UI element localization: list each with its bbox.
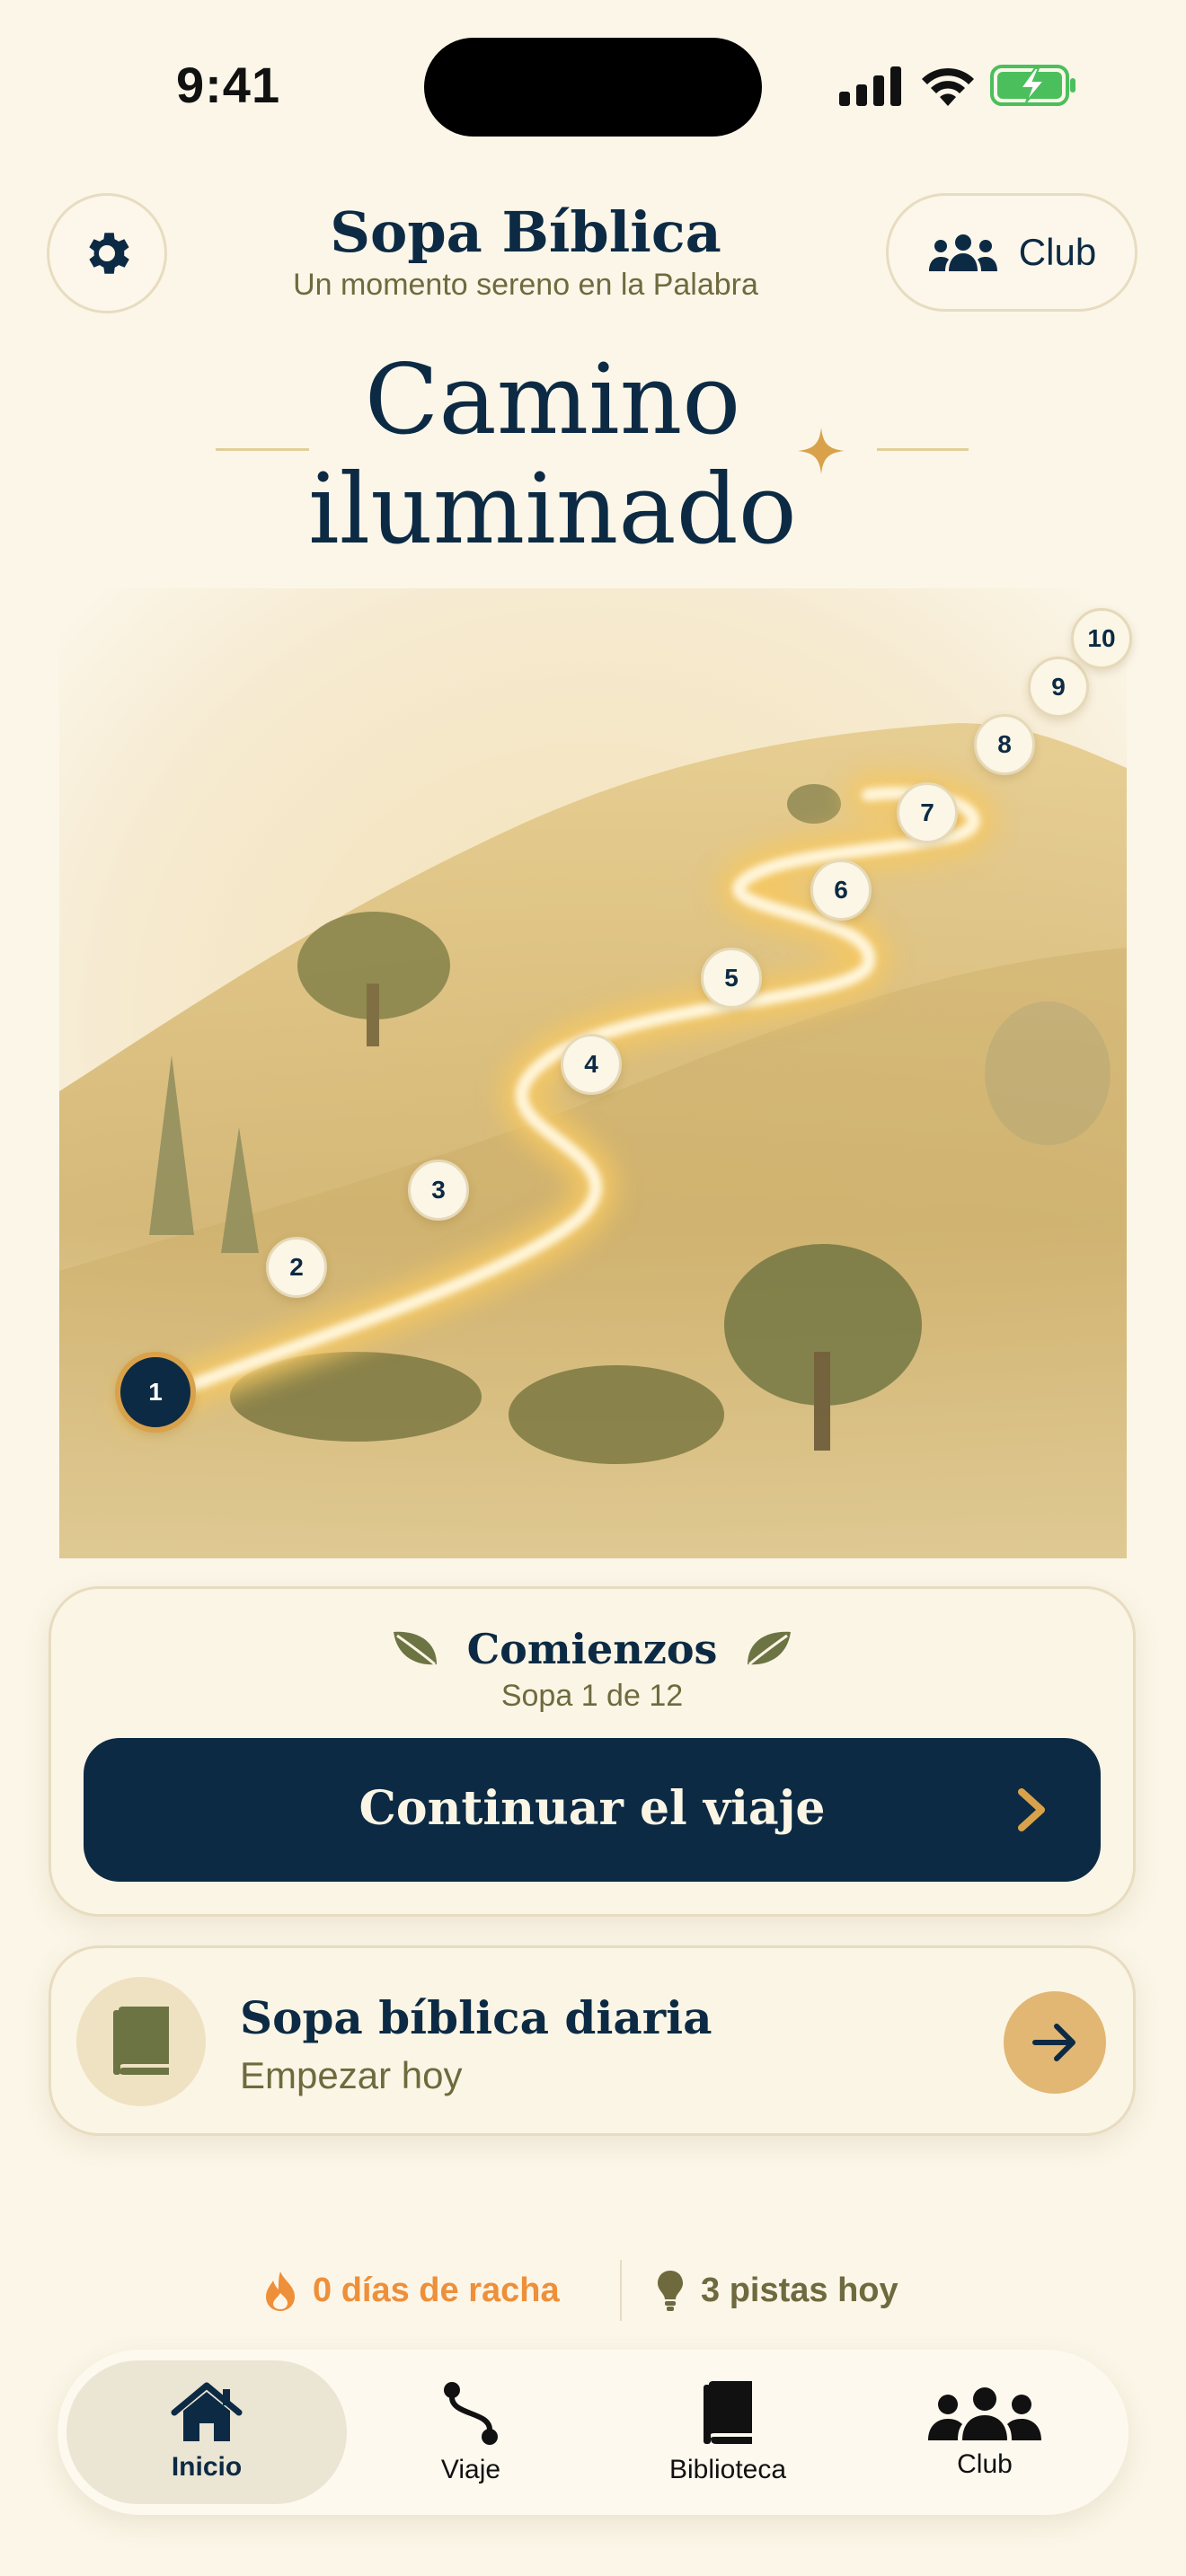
arrow-right-icon	[1032, 2024, 1075, 2061]
streak-divider	[620, 2260, 622, 2321]
continue-journey-label: Continuar el viaje	[358, 1781, 826, 1836]
streak-indicator: 0 días de racha	[264, 2263, 560, 2317]
tab-inicio-label: Inicio	[171, 2452, 243, 2482]
sparkle-icon	[798, 428, 845, 474]
chapter-progress: Sopa 1 de 12	[500, 1679, 684, 1713]
signal-icon	[839, 66, 901, 106]
flame-icon	[266, 2272, 295, 2311]
daily-soup-subtitle: Empezar hoy	[240, 2054, 463, 2096]
journey-stage-1[interactable]: 1	[115, 1352, 196, 1433]
continue-journey-button[interactable]: Continuar el viaje	[84, 1738, 1101, 1882]
journey-stage-4[interactable]: 4	[561, 1034, 622, 1095]
leaf-icon	[748, 1631, 792, 1666]
tab-inicio[interactable]: Inicio	[66, 2360, 347, 2504]
streak-days-label: 0 días de racha	[313, 2271, 560, 2309]
tab-biblioteca[interactable]: Biblioteca	[588, 2360, 868, 2504]
tab-club-label: Club	[957, 2449, 1013, 2479]
tab-viaje[interactable]: Viaje	[331, 2360, 611, 2504]
journey-stage-3[interactable]: 3	[408, 1160, 469, 1221]
dynamic-island	[424, 38, 762, 137]
daily-soup-card[interactable]: Sopa bíblica diaria Empezar hoy	[49, 1945, 1136, 2136]
journey-stage-8[interactable]: 8	[974, 714, 1035, 775]
journey-stage-7[interactable]: 7	[897, 782, 958, 843]
chapter-name: Comienzos	[466, 1625, 718, 1673]
journey-stage-5[interactable]: 5	[701, 948, 762, 1009]
group-icon	[928, 234, 997, 271]
tab-biblioteca-label: Biblioteca	[668, 2455, 787, 2484]
status-time: 9:41	[176, 57, 281, 113]
daily-soup-arrow-button[interactable]	[1004, 1991, 1106, 2094]
hints-indicator: 3 pistas hoy	[656, 2263, 898, 2317]
journey-stage-6[interactable]: 6	[810, 860, 872, 921]
journey-stage-10[interactable]: 10	[1071, 608, 1132, 669]
bottom-tab-bar: Inicio Viaje Biblioteca Club	[58, 2350, 1128, 2515]
route-icon	[444, 2382, 498, 2445]
tab-club[interactable]: Club	[845, 2360, 1125, 2504]
tab-viaje-label: Viaje	[440, 2455, 501, 2484]
book-icon	[704, 2381, 752, 2444]
page-title-line2: iluminado	[308, 454, 797, 566]
hints-label: 3 pistas hoy	[701, 2271, 898, 2309]
home-icon	[171, 2382, 243, 2441]
book-icon	[113, 2007, 169, 2075]
club-button[interactable]: Club	[886, 193, 1137, 312]
status-bar: 9:41	[0, 0, 1186, 180]
chapter-card: Comienzos Sopa 1 de 12 Continuar el viaj…	[49, 1586, 1136, 1917]
battery-charging-icon	[990, 65, 1075, 106]
leaf-icon	[393, 1631, 437, 1666]
page-title: Camino iluminado	[305, 346, 800, 565]
journey-stage-9[interactable]: 9	[1028, 657, 1089, 718]
wifi-icon	[922, 67, 974, 106]
group-icon	[928, 2387, 1041, 2440]
journey-stage-2[interactable]: 2	[266, 1237, 327, 1298]
page-title-line1: Camino	[364, 344, 741, 456]
lightbulb-icon	[658, 2271, 683, 2311]
title-divider-right	[877, 448, 969, 451]
chevron-right-icon	[1018, 1788, 1045, 1831]
club-button-label: Club	[1018, 231, 1097, 273]
title-divider-left	[216, 448, 309, 451]
daily-icon-badge	[76, 1977, 206, 2106]
daily-soup-title: Sopa bíblica diaria	[240, 1991, 712, 2044]
journey-map: 1 2 3 4 5 6 7 8 9 10	[59, 588, 1132, 1558]
